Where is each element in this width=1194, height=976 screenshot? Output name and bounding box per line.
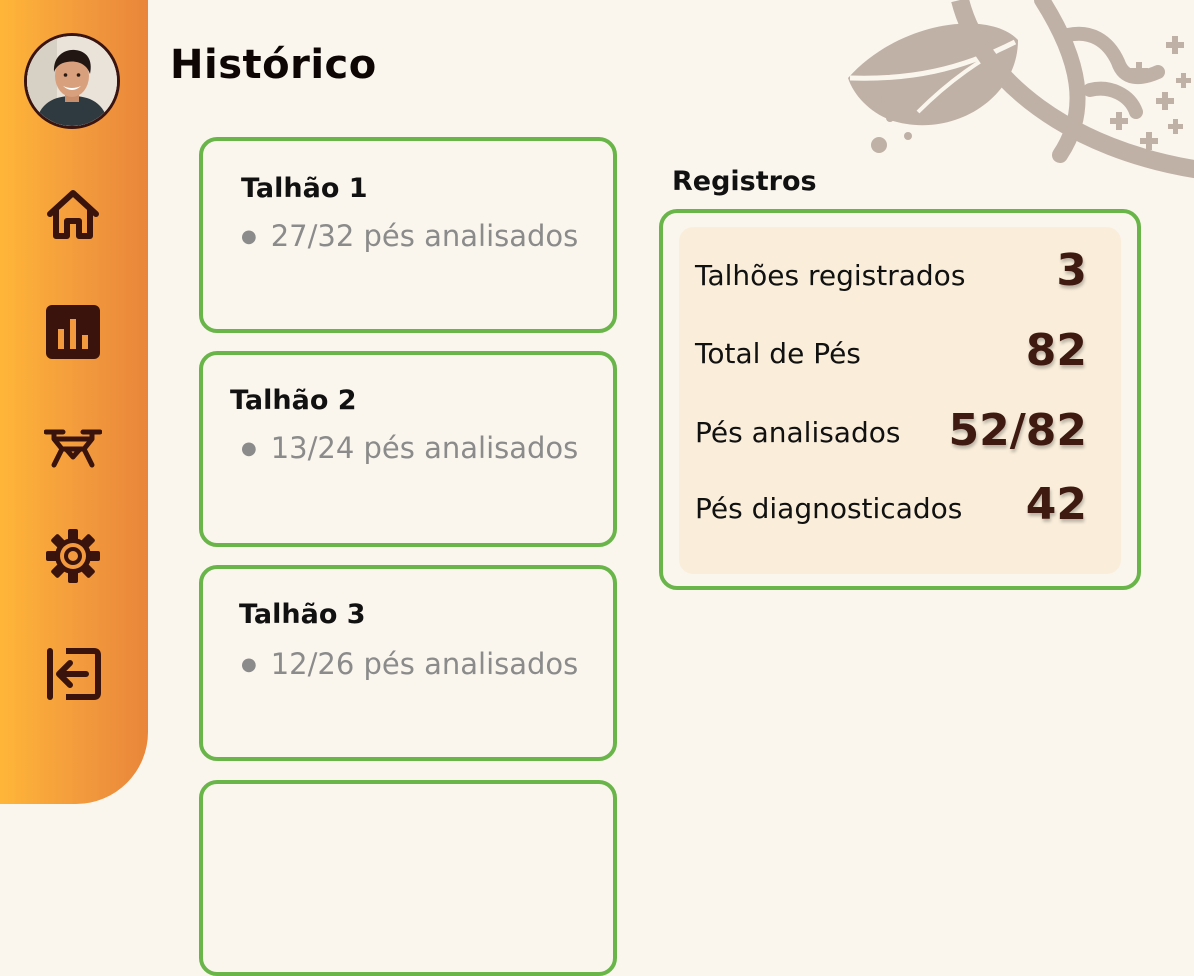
bar-chart-icon[interactable]: [44, 303, 102, 361]
stat-label-analyzed: Pés analisados: [695, 416, 901, 449]
stat-value-analyzed: 52/82: [948, 405, 1087, 456]
plot-progress-text: 13/24 pés analisados: [270, 431, 579, 465]
plot-card-title: Talhão 3: [239, 599, 366, 630]
plot-card-progress: ● 13/24 pés analisados: [241, 431, 578, 465]
registros-title: Registros: [672, 166, 817, 197]
bullet-icon: ●: [241, 654, 257, 675]
user-avatar[interactable]: [24, 33, 120, 129]
plot-card-title: Talhão 2: [230, 385, 357, 416]
home-icon[interactable]: [44, 186, 102, 244]
page-title: Histórico: [170, 42, 377, 88]
plot-card-progress: ● 12/26 pés analisados: [241, 647, 578, 681]
stat-label-total: Total de Pés: [695, 337, 861, 370]
stat-label-plots: Talhões registrados: [695, 259, 966, 292]
stat-value-diagnosed: 42: [1025, 479, 1087, 530]
plot-card-progress: ● 27/32 pés analisados: [241, 219, 578, 253]
stat-label-diagnosed: Pés diagnosticados: [695, 492, 963, 525]
gear-icon[interactable]: [44, 527, 102, 585]
bullet-icon: ●: [241, 438, 257, 459]
leaf-decoration-icon: [848, 0, 1194, 179]
plot-progress-text: 12/26 pés analisados: [270, 647, 579, 681]
stat-value-total: 82: [1025, 325, 1087, 376]
plot-card-1[interactable]: Talhão 1 ● 27/32 pés analisados: [199, 137, 617, 333]
plot-card-2[interactable]: Talhão 2 ● 13/24 pés analisados: [199, 351, 617, 547]
plot-progress-text: 27/32 pés analisados: [270, 219, 579, 253]
drone-icon[interactable]: [44, 419, 102, 477]
registros-stats: Talhões registrados 3 Total de Pés 82 Pé…: [679, 227, 1121, 574]
plot-card-3[interactable]: Talhão 3 ● 12/26 pés analisados: [199, 565, 617, 761]
plot-card-title: Talhão 1: [241, 173, 368, 204]
logout-icon[interactable]: [44, 645, 102, 703]
sidebar: [0, 0, 148, 804]
bullet-icon: ●: [241, 226, 257, 247]
plot-card-4[interactable]: [199, 780, 617, 976]
registros-panel: Talhões registrados 3 Total de Pés 82 Pé…: [659, 209, 1141, 590]
stat-value-plots: 3: [1056, 245, 1087, 296]
